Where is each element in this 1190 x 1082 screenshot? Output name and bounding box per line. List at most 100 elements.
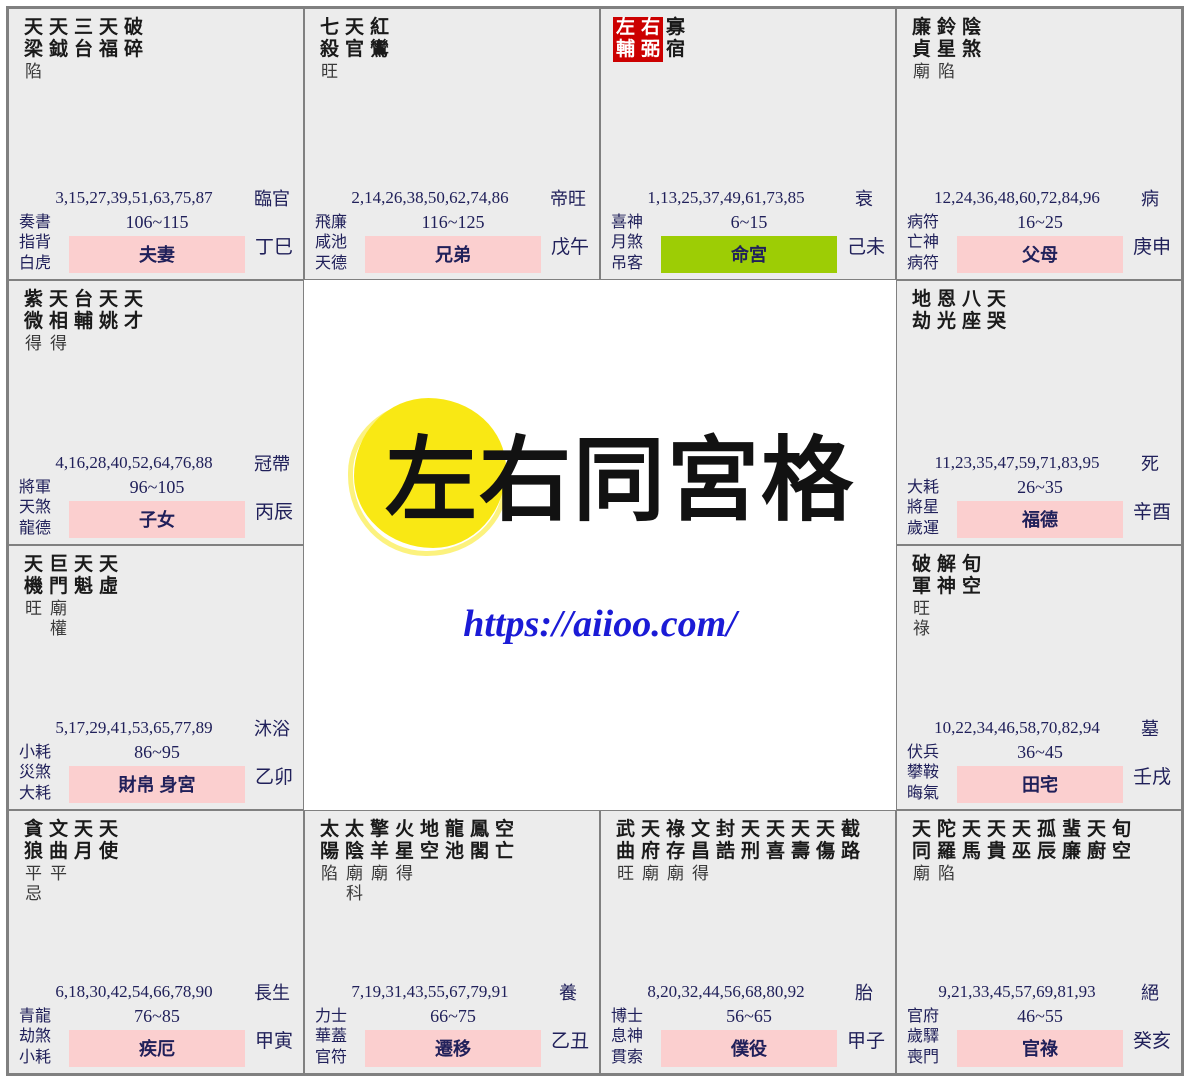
star-char: 武 xyxy=(615,819,635,840)
site-url: https://aiioo.com/ xyxy=(463,603,737,645)
star-row-top: 天天三天破 xyxy=(21,17,295,39)
brightness-char: 平 xyxy=(25,863,42,883)
star-char: 解 xyxy=(936,554,956,575)
decade-range: 96~105 xyxy=(129,477,185,497)
stem-branch: 辛酉 xyxy=(1132,502,1171,523)
star-row-top: 天陀天天天孤蜚天旬 xyxy=(909,819,1173,841)
stem-branch: 庚申 xyxy=(1132,237,1171,258)
palace-footer: 大耗 將星 歲運 26~35 福德 辛酉 xyxy=(897,476,1181,540)
palace-name-badge[interactable]: 疾厄 xyxy=(69,1030,245,1067)
star-char: 魁 xyxy=(73,576,93,598)
star-char: 軍 xyxy=(911,576,931,598)
palace-center: 16~25 父母 xyxy=(957,212,1123,275)
brightness-char: 旺 xyxy=(913,598,930,618)
palace-cell-遷移[interactable]: 太太擎火地龍鳳空陽陰羊星空池閣亡陷廟廟得科 7,19,31,43,55,67,79… xyxy=(304,810,600,1074)
god-star: 晦氣 xyxy=(907,785,940,803)
god-stars: 飛廉 咸池 天德 xyxy=(305,213,365,275)
decade-range: 6~15 xyxy=(730,212,768,232)
palace-name-badge[interactable]: 田宅 xyxy=(957,766,1123,803)
palace-cell-夫妻[interactable]: 天天三天破梁鉞台福碎陷 3,15,27,39,51,63,75,87 臨官 奏書 指背白… xyxy=(8,8,304,280)
star-char: 貴 xyxy=(986,841,1006,863)
transform-char xyxy=(317,884,342,904)
star-char: 殺 xyxy=(319,39,339,61)
transform-char: 科 xyxy=(346,883,363,903)
palace-center: 66~75 遷移 xyxy=(365,1006,541,1069)
star-row-bottom: 殺官鸞 xyxy=(317,39,591,61)
god-star: 將星 xyxy=(907,499,940,517)
ages-row: 9,21,33,45,57,69,81,93 絕 xyxy=(897,981,1181,1003)
palace-cell-田宅[interactable]: 破解旬軍神空旺祿 10,22,34,46,58,70,82,94 墓伏兵 攀鞍 晦氣 36… xyxy=(896,545,1182,810)
brightness-char: 廟 xyxy=(371,863,388,883)
palace-name-badge[interactable]: 子女 xyxy=(69,501,245,538)
star-char: 旬 xyxy=(961,554,981,575)
palace-name-badge[interactable]: 夫妻 xyxy=(69,236,245,273)
life-stage: 死 xyxy=(1141,454,1159,474)
ziwei-chart: 左右同宮格 https://aiioo.com/ 天天三天破梁鉞台福碎陷 3,15… xyxy=(6,6,1184,1076)
star-char: 壽 xyxy=(790,841,810,863)
star-char: 才 xyxy=(123,311,143,333)
star-char: 輔 xyxy=(613,39,638,62)
brightness-char: 得 xyxy=(692,863,709,883)
god-stars: 博士 息神 貫索 xyxy=(601,1007,661,1069)
star-char: 破 xyxy=(911,554,931,575)
star-char: 天 xyxy=(48,289,68,310)
palace-name-badge[interactable]: 命宮 xyxy=(661,236,837,273)
god-star: 月煞 xyxy=(611,234,644,252)
star-char: 馬 xyxy=(961,841,981,863)
watermark-text: 左右同宮格 xyxy=(384,426,855,534)
palace-cell-兄弟[interactable]: 七天紅殺官鸞旺 2,14,26,38,50,62,74,86 帝旺 飛廉 咸池 天德 116… xyxy=(304,8,600,280)
star-char: 刑 xyxy=(740,841,760,863)
palace-name-badge[interactable]: 父母 xyxy=(957,236,1123,273)
ages-row: 6,18,30,42,54,66,78,90 長生 xyxy=(9,981,303,1003)
palace-name-badge[interactable]: 僕役 xyxy=(661,1030,837,1067)
star-char: 天 xyxy=(986,289,1006,310)
palace-name-badge[interactable]: 兄弟 xyxy=(365,236,541,273)
star-char: 官 xyxy=(344,39,364,61)
god-star: 伏兵 xyxy=(907,743,940,761)
ages-row: 4,16,28,40,52,64,76,88 冠帶 xyxy=(9,452,303,474)
transform-char: 權 xyxy=(50,618,67,638)
star-char: 寡 xyxy=(665,17,685,38)
life-stage: 病 xyxy=(1141,189,1159,209)
palace-cell-僕役[interactable]: 武天祿文封天天天天截曲府存昌誥刑喜壽傷路旺廟廟得 8,20,32,44,56,68… xyxy=(600,810,896,1074)
god-stars: 奏書 指背 白虎 xyxy=(9,213,69,275)
palace-name-badge[interactable]: 官祿 xyxy=(957,1030,1123,1067)
god-star: 攀鞍 xyxy=(907,764,940,782)
palace-footer: 奏書 指背 白虎 106~115 夫妻 丁巳 xyxy=(9,211,303,275)
star-char: 地 xyxy=(911,289,931,310)
star-char: 天 xyxy=(1086,819,1106,840)
palace-cell-父母[interactable]: 廉鈴陰貞星煞廟陷 12,24,36,48,60,72,84,96 病病符 亡神 病符 16… xyxy=(896,8,1182,280)
brightness-row: 旺 xyxy=(909,599,1173,619)
stem-branch: 丙辰 xyxy=(254,502,293,523)
palace-name-badge[interactable]: 財帛 身宮 xyxy=(69,766,245,803)
brightness-char: 廟 xyxy=(913,61,930,81)
palace-cell-子女[interactable]: 紫天台天天微相輔姚才得得 4,16,28,40,52,64,76,88 冠帶 將軍 天煞… xyxy=(8,280,304,545)
god-star: 貫索 xyxy=(611,1049,644,1067)
brightness-row: 旺 xyxy=(317,62,591,82)
star-char: 旬 xyxy=(1111,819,1131,840)
brightness-char: 旺 xyxy=(25,598,42,618)
star-block: 破解旬軍神空旺祿 xyxy=(909,554,1173,639)
palace-cell-疾厄[interactable]: 貪文天天狼曲月使平平忌 6,18,30,42,54,66,78,90 長生 青龍 劫煞小… xyxy=(8,810,304,1074)
star-char: 弼 xyxy=(638,39,663,62)
star-char: 喜 xyxy=(765,841,785,863)
ages-row: 12,24,36,48,60,72,84,96 病 xyxy=(897,187,1181,209)
palace-cell-財帛-身宮[interactable]: 天巨天天機門魁虛旺廟權 5,17,29,41,53,65,77,89 沐浴 小耗 災煞大… xyxy=(8,545,304,810)
star-char: 天 xyxy=(23,554,43,575)
transform-row: 祿 xyxy=(909,619,1173,639)
god-star: 病符 xyxy=(907,213,940,231)
star-block: 貪文天天狼曲月使平平忌 xyxy=(21,819,295,904)
minor-limit-ages: 1,13,25,37,49,61,73,85 xyxy=(647,188,805,207)
star-char: 同 xyxy=(911,841,931,863)
palace-name-badge[interactable]: 福德 xyxy=(957,501,1123,538)
palace-cell-福德[interactable]: 地恩八天劫光座哭 11,23,35,47,59,71,83,95 死大耗 將星 歲運 26… xyxy=(896,280,1182,545)
palace-cell-官祿[interactable]: 天陀天天天孤蜚天旬同羅馬貴巫辰廉廚空廟陷 9,21,33,45,57,69,81,… xyxy=(896,810,1182,1074)
palace-name-badge[interactable]: 遷移 xyxy=(365,1030,541,1067)
palace-center: 26~35 福德 xyxy=(957,477,1123,540)
star-char: 鈴 xyxy=(936,17,956,38)
stem-branch: 甲子 xyxy=(846,1031,885,1052)
brightness-char: 得 xyxy=(50,333,67,353)
star-char: 曲 xyxy=(615,841,635,863)
decade-range: 16~25 xyxy=(1017,212,1063,232)
palace-cell-命宮[interactable]: 左右寡輔弼宿 1,13,25,37,49,61,73,85 衰喜神 月煞 吊客 6~15 命… xyxy=(600,8,896,280)
